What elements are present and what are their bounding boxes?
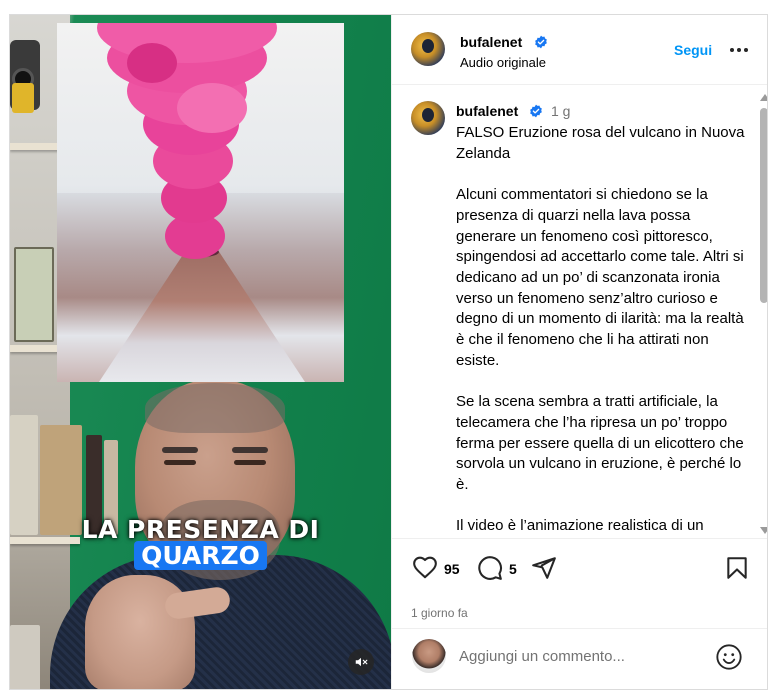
scrollbar[interactable] [758, 91, 767, 536]
follow-button[interactable]: Segui [674, 42, 712, 58]
current-user-avatar [412, 639, 446, 673]
audio-label[interactable]: Audio originale [460, 55, 546, 70]
eyebrow [232, 447, 268, 453]
scroll-down-arrow[interactable] [760, 527, 767, 534]
emoji-icon[interactable] [715, 643, 743, 671]
more-options-icon[interactable] [728, 40, 750, 60]
bookmark-icon[interactable] [724, 555, 750, 581]
book [14, 247, 54, 342]
video-caption-line2: QUARZO [134, 541, 267, 570]
author-avatar[interactable] [411, 32, 445, 66]
volcano-image [57, 23, 344, 382]
caption-paragraph: Il video è l’animazione realistica di un… [456, 517, 704, 535]
eyebrow [162, 447, 198, 453]
paper-plane-icon[interactable] [531, 555, 557, 581]
person-hair [145, 383, 285, 433]
caption-paragraph: Se la scena sembra a tratti artificiale,… [456, 393, 744, 493]
eye [164, 460, 196, 465]
scroll-up-arrow[interactable] [760, 94, 767, 101]
eye [234, 460, 266, 465]
comment-input[interactable] [459, 645, 709, 667]
post-modal: LA PRESENZA DI QUARZO bufalenet Audio or… [9, 14, 768, 690]
author-username[interactable]: bufalenet [460, 34, 522, 50]
caption-author-username[interactable]: bufalenet [456, 103, 518, 119]
add-comment-bar [392, 628, 767, 689]
speaker-muted-icon [355, 657, 368, 667]
reel-video[interactable]: LA PRESENZA DI QUARZO [10, 15, 391, 689]
caption-scroll-area[interactable]: bufalenet 1 g FALSO Eruzione rosa del vu… [392, 86, 758, 538]
post-details-panel: bufalenet Audio originale Segui bufalene… [391, 15, 767, 689]
caption-author-avatar[interactable] [411, 101, 445, 135]
like-count[interactable]: 95 [444, 561, 460, 577]
post-header: bufalenet Audio originale Segui [392, 15, 767, 85]
video-caption-line2-wrap: QUARZO [10, 541, 391, 570]
yellow-object [12, 83, 34, 113]
caption-text: FALSO Eruzione rosa del vulcano in Nuova… [456, 123, 746, 538]
comment-count[interactable]: 5 [509, 561, 517, 577]
book [10, 625, 40, 689]
heart-icon[interactable] [412, 555, 438, 581]
caption-paragraph: FALSO Eruzione rosa del vulcano in Nuova… [456, 124, 745, 162]
verified-badge-icon [535, 35, 547, 49]
post-date[interactable]: 1 giorno fa [411, 606, 468, 620]
caption-paragraph: Alcuni commentatori si chiedono se la pr… [456, 186, 744, 369]
scrollbar-thumb[interactable] [760, 108, 767, 303]
caption-timestamp[interactable]: 1 g [551, 103, 570, 119]
comment-bubble-icon[interactable] [477, 555, 503, 581]
video-caption-line1: LA PRESENZA DI [81, 515, 320, 544]
action-bar: 95 5 1 giorno fa [392, 538, 767, 628]
mute-button[interactable] [348, 649, 374, 675]
verified-badge-icon [530, 104, 542, 118]
